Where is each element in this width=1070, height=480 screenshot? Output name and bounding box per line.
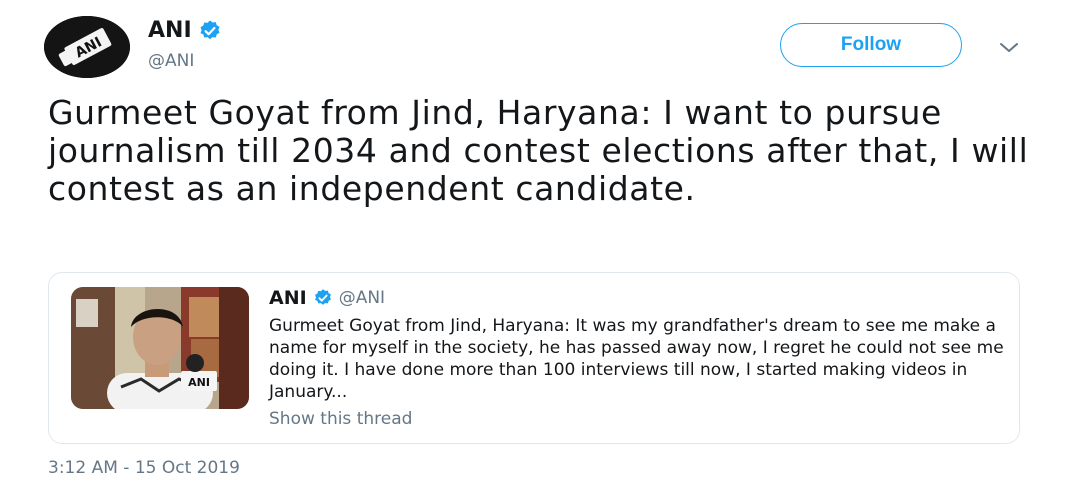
quoted-tweet-text: Gurmeet Goyat from Jind, Haryana: It was…: [269, 316, 1004, 402]
quoted-author-handle: @ANI: [338, 288, 386, 308]
author-display-name[interactable]: ANI: [148, 18, 192, 43]
tweet-text: Gurmeet Goyat from Jind, Haryana: I want…: [48, 93, 1029, 208]
quoted-author-name: ANI: [269, 287, 307, 309]
tweet-timestamp[interactable]: 3:12 AM - 15 Oct 2019: [48, 458, 240, 478]
chevron-down-icon[interactable]: [996, 38, 1022, 56]
quoted-author-row: ANI @ANI: [269, 287, 385, 309]
author-name-row: ANI: [148, 18, 222, 43]
follow-button[interactable]: Follow: [780, 23, 962, 67]
quoted-tweet-card[interactable]: ANI ANI @ANI Gurmeet Goyat from Jind, Ha…: [48, 272, 1020, 444]
author-handle[interactable]: @ANI: [148, 51, 194, 71]
verified-badge-icon: [198, 19, 222, 43]
show-thread-link[interactable]: Show this thread: [269, 409, 412, 429]
quoted-tweet-thumbnail[interactable]: ANI: [71, 287, 249, 409]
verified-badge-icon: [313, 288, 333, 308]
author-avatar[interactable]: ANI: [44, 16, 130, 78]
ani-logo-icon: ANI: [44, 16, 130, 78]
mic-flag-label: ANI: [188, 376, 210, 389]
